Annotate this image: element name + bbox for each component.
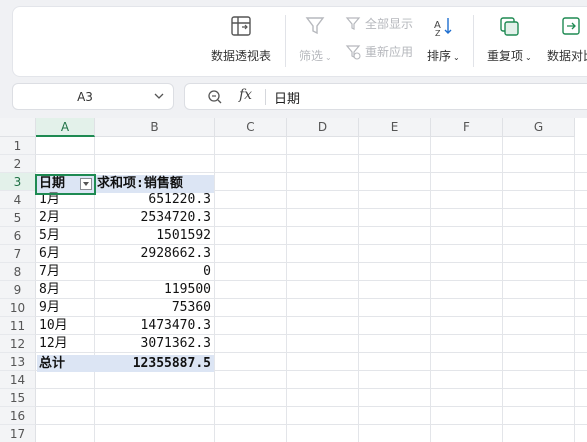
pivot-value-cell[interactable]: 1473470.3 xyxy=(95,317,214,335)
column-header-b[interactable]: B xyxy=(95,118,215,137)
column-header-c[interactable]: C xyxy=(215,118,287,137)
column-header-f[interactable]: F xyxy=(431,118,503,137)
column-header-g[interactable]: G xyxy=(503,118,575,137)
pivot-value-cell[interactable]: 1501592 xyxy=(95,227,214,245)
duplicates-icon xyxy=(500,17,520,36)
sort-icon: AZ xyxy=(434,18,452,37)
pivot-value-cell[interactable]: 651220.3 xyxy=(95,191,214,209)
spreadsheet-grid[interactable]: ABCDEFG 1 2 3 4 5 6 7 8 9 10 11 12 13 14 15 16 17 日期 求和项… xyxy=(0,118,587,442)
data-compare-button[interactable]: 数据对比 xyxy=(547,15,587,64)
row-header-5[interactable]: 5 xyxy=(0,209,36,227)
pivot-value-cell[interactable]: 2928662.3 xyxy=(95,245,214,263)
sort-button[interactable]: AZ 排序 ⌄ xyxy=(427,15,460,64)
selected-cell-a3[interactable] xyxy=(35,174,96,195)
duplicates-label: 重复项 xyxy=(487,49,524,63)
row-header-8[interactable]: 8 xyxy=(0,263,36,281)
ribbon-separator xyxy=(473,15,474,67)
chevron-down-icon: ⌄ xyxy=(325,53,332,62)
column-gridline xyxy=(574,137,575,442)
column-header-a[interactable]: A xyxy=(36,118,95,137)
row-header-10[interactable]: 10 xyxy=(0,299,36,317)
pivot-month-cell[interactable]: 12月 xyxy=(39,335,93,353)
row-header-15[interactable]: 15 xyxy=(0,389,36,407)
row-header-14[interactable]: 14 xyxy=(0,371,36,389)
pivot-table-button[interactable]: 数据透视表 xyxy=(211,15,271,64)
row-header-2[interactable]: 2 xyxy=(0,155,36,173)
row-gridline xyxy=(36,406,587,407)
name-box[interactable]: A3 xyxy=(12,83,174,110)
row-header-11[interactable]: 11 xyxy=(0,317,36,335)
name-box-value: A3 xyxy=(77,90,93,104)
pivot-table-icon xyxy=(231,16,251,36)
pivot-total-label[interactable]: 总计 xyxy=(39,355,93,373)
duplicates-button[interactable]: 重复项 ⌄ xyxy=(487,15,532,64)
formula-separator xyxy=(265,89,266,105)
ribbon-toolbar: 数据透视表 筛选⌄ 全部显示 重新应用 AZ 排序⌄ 重复项⌄ 数据对比 xyxy=(12,6,587,77)
show-all-label: 全部显示 xyxy=(365,17,414,31)
column-gridline xyxy=(286,137,287,442)
formula-bar[interactable]: fx 日期 xyxy=(184,83,587,110)
column-gridline xyxy=(358,137,359,442)
fx-icon[interactable]: fx xyxy=(239,87,252,103)
row-header-12[interactable]: 12 xyxy=(0,335,36,353)
row-header-6[interactable]: 6 xyxy=(0,227,36,245)
column-gridline xyxy=(214,137,215,442)
row-gridline xyxy=(36,154,587,155)
pivot-value-cell[interactable]: 2534720.3 xyxy=(95,209,214,227)
pivot-month-cell[interactable]: 6月 xyxy=(39,245,93,263)
filter-icon xyxy=(305,17,325,35)
show-all-button[interactable]: 全部显示 xyxy=(345,15,413,32)
row-header-1[interactable]: 1 xyxy=(0,137,36,155)
data-compare-label: 数据对比 xyxy=(547,49,587,63)
row-header-16[interactable]: 16 xyxy=(0,407,36,425)
pivot-value-cell[interactable]: 119500 xyxy=(95,281,214,299)
chevron-down-icon: ⌄ xyxy=(453,53,460,62)
data-compare-icon xyxy=(562,17,580,35)
filter-label: 筛选 xyxy=(299,49,324,63)
pivot-month-cell[interactable]: 5月 xyxy=(39,227,93,245)
column-header-d[interactable]: D xyxy=(287,118,359,137)
column-header-e[interactable]: E xyxy=(359,118,431,137)
pivot-month-cell[interactable]: 10月 xyxy=(39,317,93,335)
show-all-icon xyxy=(345,16,361,30)
row-gridline xyxy=(36,424,587,425)
pivot-value-cell[interactable]: 0 xyxy=(95,263,214,281)
pivot-table-label: 数据透视表 xyxy=(211,49,272,63)
select-all-corner[interactable] xyxy=(0,118,36,137)
pivot-month-cell[interactable]: 9月 xyxy=(39,299,93,317)
pivot-month-cell[interactable]: 7月 xyxy=(39,263,93,281)
reapply-label: 重新应用 xyxy=(365,45,414,59)
chevron-down-icon: ⌄ xyxy=(525,53,532,62)
row-header-3[interactable]: 3 xyxy=(0,173,36,191)
chevron-down-icon[interactable] xyxy=(153,89,165,103)
svg-text:Z: Z xyxy=(435,29,441,37)
column-gridline xyxy=(430,137,431,442)
row-header-17[interactable]: 17 xyxy=(0,425,36,442)
row-gridline xyxy=(36,172,587,173)
pivot-total-value[interactable]: 12355887.5 xyxy=(95,355,214,373)
row-header-9[interactable]: 9 xyxy=(0,281,36,299)
reapply-icon xyxy=(345,44,361,60)
filter-button[interactable]: 筛选 ⌄ xyxy=(299,15,332,64)
pivot-value-cell[interactable]: 3071362.3 xyxy=(95,335,214,353)
formula-content[interactable]: 日期 xyxy=(274,88,300,107)
pivot-value-cell[interactable]: 75360 xyxy=(95,299,214,317)
sort-label: 排序 xyxy=(427,49,452,63)
row-header-7[interactable]: 7 xyxy=(0,245,36,263)
reapply-button[interactable]: 重新应用 xyxy=(345,43,413,60)
pivot-month-cell[interactable]: 2月 xyxy=(39,209,93,227)
column-gridline xyxy=(502,137,503,442)
ribbon-separator xyxy=(285,15,286,67)
row-header-13[interactable]: 13 xyxy=(0,353,36,371)
row-header-4[interactable]: 4 xyxy=(0,191,36,209)
pivot-month-cell[interactable]: 8月 xyxy=(39,281,93,299)
row-gridline xyxy=(36,388,587,389)
zoom-icon[interactable] xyxy=(207,89,223,105)
